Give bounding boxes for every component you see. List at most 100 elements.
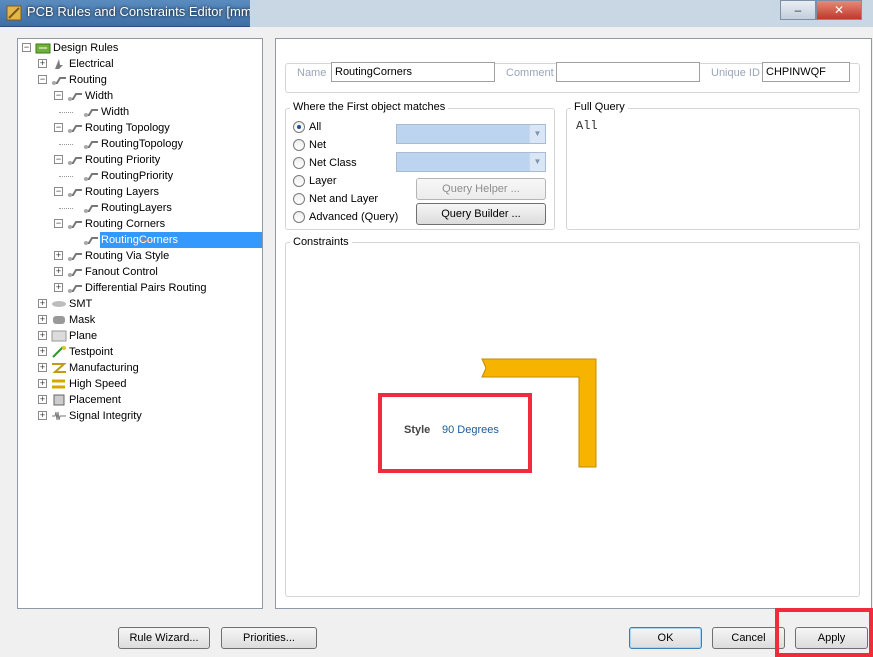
collapse-icon[interactable]: −: [54, 123, 63, 132]
high-speed-icon: [52, 379, 65, 389]
unique-id-field[interactable]: [762, 62, 850, 82]
radio-net-indicator[interactable]: [293, 139, 305, 151]
rule-editor-panel: Name Comment Unique ID Where the First o…: [275, 38, 872, 609]
placement-icon: [53, 394, 65, 406]
tree-item-electrical[interactable]: + Electrical: [18, 56, 262, 72]
tree-item-label: RoutingTopology: [101, 138, 183, 150]
expand-icon[interactable]: +: [54, 267, 63, 276]
tree-item-label: Routing Priority: [85, 154, 161, 166]
radio-all-indicator[interactable]: [293, 121, 305, 133]
mask-icon: [53, 316, 65, 324]
full-query-title: Full Query: [571, 101, 628, 113]
net-combo[interactable]: ▼: [396, 124, 546, 144]
radio-advanced-query-indicator[interactable]: [293, 211, 305, 223]
tree-item-routing-via-style[interactable]: + Routing Via Style: [18, 248, 262, 264]
tree-connector: [59, 208, 73, 209]
expand-icon[interactable]: +: [38, 299, 47, 308]
tree-item-plane[interactable]: + Plane: [18, 328, 262, 344]
radio-net-and-layer-indicator[interactable]: [293, 193, 305, 205]
radio-net-class[interactable]: Net Class: [293, 155, 383, 171]
tree-item-width[interactable]: − Width: [18, 88, 262, 104]
query-helper-button[interactable]: Query Helper ...: [416, 178, 546, 200]
unique-id-label: Unique ID: [711, 67, 760, 79]
full-query-text[interactable]: All: [576, 119, 598, 133]
rule-icon: [84, 205, 98, 213]
tree-item-placement[interactable]: + Placement: [18, 392, 262, 408]
net-class-combo[interactable]: ▼: [396, 152, 546, 172]
tree-item-routing-layers[interactable]: − Routing Layers: [18, 184, 262, 200]
tree-item-width-rule[interactable]: Width: [18, 104, 262, 120]
rule-tree[interactable]: − Design Rules + Electrical − Routing − Width Wi…: [17, 38, 263, 609]
collapse-icon[interactable]: −: [54, 219, 63, 228]
tree-item-signal-integrity[interactable]: + Signal Integrity: [18, 408, 262, 424]
rule-icon: [68, 125, 82, 133]
tree-item-routing-topology[interactable]: − Routing Topology: [18, 120, 262, 136]
priorities-button[interactable]: Priorities...: [221, 627, 317, 649]
collapse-icon[interactable]: −: [54, 155, 63, 164]
radio-net-and-layer[interactable]: Net and Layer: [293, 191, 403, 207]
constraints-title: Constraints: [290, 236, 352, 248]
radio-net-and-layer-label: Net and Layer: [309, 193, 379, 205]
tree-item-routing-layers-rule[interactable]: RoutingLayers: [18, 200, 262, 216]
tree-item-routing-corners[interactable]: − Routing Corners: [18, 216, 262, 232]
tree-item-label: RoutingLayers: [101, 202, 172, 214]
tree-item-routing-topology-rule[interactable]: RoutingTopology: [18, 136, 262, 152]
expand-icon[interactable]: +: [38, 347, 47, 356]
minimize-button[interactable]: –: [780, 0, 816, 20]
name-label: Name: [297, 67, 327, 79]
tree-item-label: RoutingPriority: [101, 170, 174, 182]
comment-label: Comment: [506, 67, 554, 79]
expand-icon[interactable]: +: [54, 251, 63, 260]
comment-field[interactable]: [556, 62, 700, 82]
rule-icon: [68, 93, 82, 101]
collapse-icon[interactable]: −: [54, 91, 63, 100]
collapse-icon[interactable]: −: [38, 75, 47, 84]
radio-net[interactable]: Net: [293, 137, 383, 153]
ok-button[interactable]: OK: [629, 627, 702, 649]
tree-item-label: Fanout Control: [85, 266, 158, 278]
tree-item-smt[interactable]: + SMT: [18, 296, 262, 312]
expand-icon[interactable]: +: [38, 379, 47, 388]
plane-icon: [51, 330, 67, 342]
collapse-icon[interactable]: −: [54, 187, 63, 196]
routing-icon: [52, 77, 66, 85]
full-query-group: [566, 108, 860, 230]
tree-item-differential-pairs-routing[interactable]: + Differential Pairs Routing: [18, 280, 262, 296]
tree-item-design-rules[interactable]: − Design Rules: [18, 40, 262, 56]
close-button[interactable]: ✕: [816, 0, 862, 20]
rule-icon: [84, 237, 98, 245]
query-builder-button[interactable]: Query Builder ...: [416, 203, 546, 225]
app-icon: [6, 5, 22, 21]
radio-layer[interactable]: Layer: [293, 173, 383, 189]
radio-advanced-query[interactable]: Advanced (Query): [293, 209, 408, 225]
radio-net-class-indicator[interactable]: [293, 157, 305, 169]
collapse-icon[interactable]: −: [22, 43, 31, 52]
tree-item-mask[interactable]: + Mask: [18, 312, 262, 328]
expand-icon[interactable]: +: [38, 59, 47, 68]
expand-icon[interactable]: +: [38, 331, 47, 340]
rule-icon: [68, 253, 82, 261]
tree-item-fanout-control[interactable]: + Fanout Control: [18, 264, 262, 280]
tree-item-label: Signal Integrity: [69, 410, 142, 422]
tree-item-testpoint[interactable]: + Testpoint: [18, 344, 262, 360]
rule-icon: [68, 221, 82, 229]
tree-connector: [59, 112, 73, 113]
tree-item-routing[interactable]: − Routing: [18, 72, 262, 88]
radio-layer-indicator[interactable]: [293, 175, 305, 187]
tree-item-routing-corners-rule[interactable]: RoutingCorners: [84, 232, 262, 248]
rule-wizard-button[interactable]: Rule Wizard...: [118, 627, 210, 649]
manufacturing-icon: [52, 363, 67, 373]
name-field[interactable]: [331, 62, 495, 82]
rule-icon: [68, 189, 82, 197]
expand-icon[interactable]: +: [54, 283, 63, 292]
expand-icon[interactable]: +: [38, 315, 47, 324]
tree-item-routing-priority-rule[interactable]: RoutingPriority: [18, 168, 262, 184]
expand-icon[interactable]: +: [38, 395, 47, 404]
tree-item-manufacturing[interactable]: + Manufacturing: [18, 360, 262, 376]
expand-icon[interactable]: +: [38, 411, 47, 420]
rule-icon: [84, 109, 98, 117]
tree-item-high-speed[interactable]: + High Speed: [18, 376, 262, 392]
expand-icon[interactable]: +: [38, 363, 47, 372]
tree-item-routing-priority[interactable]: − Routing Priority: [18, 152, 262, 168]
radio-all[interactable]: All: [293, 119, 383, 135]
